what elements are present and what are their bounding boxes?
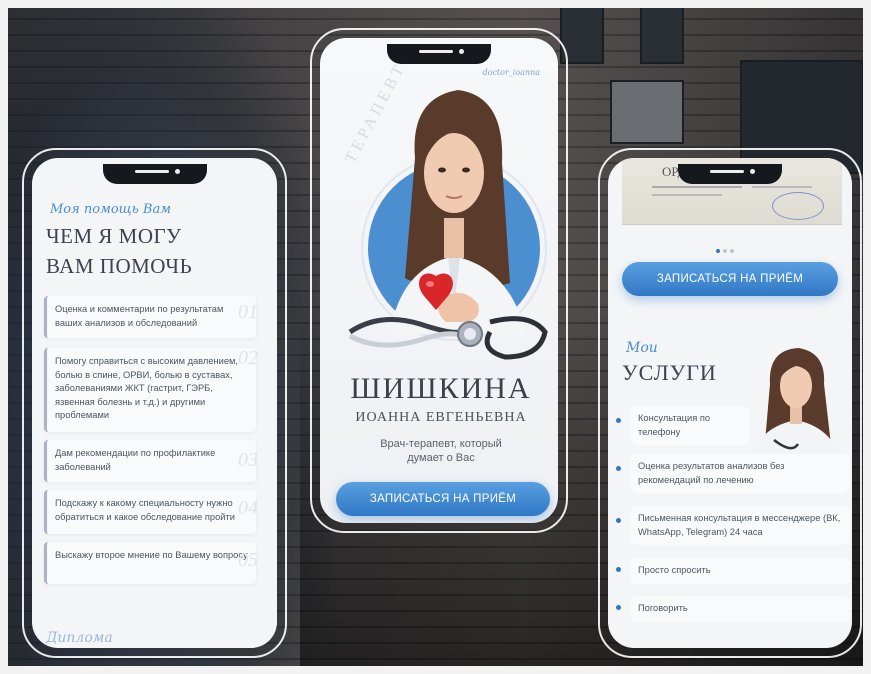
help-item: Оценка и комментарии по результатам ваши…: [44, 296, 258, 338]
help-item: Выскажу второе мнение по Вашему вопросу …: [44, 542, 258, 584]
help-item: Помогу справиться с высоким давлением, б…: [44, 348, 258, 432]
heading-line-2: ВАМ ПОМОЧЬ: [46, 254, 193, 278]
phone-notch: [387, 44, 491, 64]
book-appointment-button[interactable]: ЗАПИСАТЬСЯ НА ПРИЁМ: [622, 262, 838, 296]
script-title: Мои: [626, 340, 658, 356]
carousel-dots[interactable]: [716, 240, 734, 258]
services-heading: УСЛУГИ: [622, 360, 717, 385]
instagram-handle: doctor_ioanna: [482, 68, 541, 77]
service-item[interactable]: Консультация по телефону: [616, 406, 750, 445]
script-title: Моя помощь Вам: [50, 202, 171, 217]
heading-line-1: ЧЕМ Я МОГУ: [46, 224, 182, 248]
help-item: Дам рекомендации по профилактике заболев…: [44, 440, 258, 482]
phone-my-services: ОРДИ ЗАПИСАТЬСЯ НА ПРИЁМ Мои УСЛУГИ Конс…: [598, 148, 862, 658]
bullet-icon: [616, 605, 621, 610]
tagline-line-1: Врач-терапевт, который: [380, 438, 502, 450]
tagline-line-2: думает о Вас: [407, 452, 475, 464]
phone-notch: [678, 164, 782, 184]
phone-services-help: Моя помощь Вам ЧЕМ Я МОГУ ВАМ ПОМОЧЬ Оце…: [22, 148, 287, 658]
help-item: Подскажу к какому специальносту нужно об…: [44, 490, 258, 534]
service-item[interactable]: Письменная консультация в мессенджере (В…: [616, 506, 850, 545]
bullet-icon: [616, 518, 621, 523]
phone-profile: doctor_ioanna ТЕРАПЕВТ ШИШКИНА ИОАННА ЕВ…: [310, 28, 568, 533]
doctor-name: ИОАННА ЕВГЕНЬЕВНА: [355, 410, 527, 425]
service-item[interactable]: Поговорить: [616, 596, 850, 622]
service-item[interactable]: Просто спросить: [616, 558, 850, 584]
book-appointment-button[interactable]: ЗАПИСАТЬСЯ НА ПРИЁМ: [336, 482, 550, 516]
doctor-surname: ШИШКИНА: [350, 372, 532, 405]
services-screen: ОРДИ ЗАПИСАТЬСЯ НА ПРИЁМ Мои УСЛУГИ Конс…: [608, 158, 852, 648]
profile-screen: doctor_ioanna ТЕРАПЕВТ ШИШКИНА ИОАННА ЕВ…: [320, 38, 558, 523]
bullet-icon: [616, 466, 621, 471]
doctor-photo-small: [748, 348, 844, 470]
stethoscope-icon: [348, 316, 548, 360]
service-item[interactable]: Оценка результатов анализов без рекоменд…: [616, 454, 850, 493]
bullet-icon: [616, 567, 621, 572]
phone-notch: [102, 164, 207, 184]
bullet-icon: [616, 418, 621, 423]
footer-script: Диплома: [46, 630, 113, 646]
help-screen: Моя помощь Вам ЧЕМ Я МОГУ ВАМ ПОМОЧЬ Оце…: [32, 158, 277, 648]
